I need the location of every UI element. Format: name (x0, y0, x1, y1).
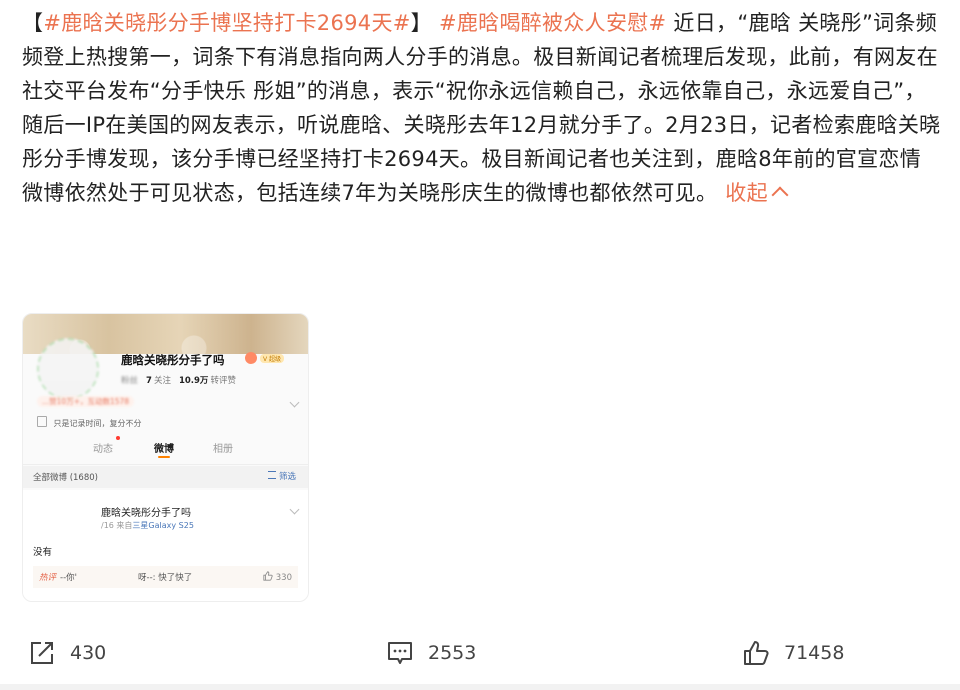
tab-album: 相册 (213, 444, 233, 455)
repost-count: 430 (70, 642, 107, 664)
hot-comment-text: 呀--: 快了快了 (138, 573, 193, 583)
profile-tabs: 动态 微博 相册 (23, 436, 308, 462)
embedded-screenshot-image[interactable]: 鹿晗关晓彤分手了吗 V 超级 粉丝 7 关注 10.9万 转评赞 ...赞10万+，互动… (22, 313, 309, 602)
hashtag-link-1[interactable]: #鹿晗关晓彤分手博坚持打卡2694天# (43, 11, 410, 35)
fans-label: 粉丝 (121, 376, 139, 386)
reposts-count: 10.9万 (178, 376, 209, 386)
filter-bar: 全部微博 (1680) 筛选 (23, 466, 308, 488)
tab-weibo: 微博 (154, 440, 174, 458)
comment-bubble-icon (388, 642, 412, 664)
tab-dynamic: 动态 (93, 444, 113, 455)
card-post-meta: /16 来自三星Galaxy S25 (101, 520, 194, 531)
stat-row: ...赞10万+，互动数1578 (23, 396, 308, 407)
device-prefix: 来自 (116, 521, 133, 530)
hot-comment-likes: 330 (263, 571, 292, 583)
red-dot-icon (116, 436, 120, 440)
post-text: 【#鹿晗关晓彤分手博坚持打卡2694天#】 #鹿晗喝醉被众人安慰# 近日，“鹿晗… (22, 6, 942, 210)
hot-comment-tag: 热评 (39, 573, 57, 583)
thumbs-up-icon (263, 571, 273, 581)
bio-text: 只是记录时间，复分不分 (53, 419, 142, 428)
follow-label: 关注 (153, 376, 171, 386)
vip-icon (245, 352, 257, 364)
note-icon (37, 416, 47, 427)
thumbs-up-icon (744, 641, 769, 665)
profile-stats: 粉丝 7 关注 10.9万 转评赞 (121, 374, 236, 386)
divider (23, 464, 308, 465)
bracket-open: 【 (22, 11, 44, 35)
collapse-label: 收起 (725, 181, 768, 205)
repost-button[interactable]: 430 (28, 638, 106, 668)
all-weibo-count: 全部微博 (1680) (33, 473, 98, 483)
hot-comment: 热评 --你' 呀--: 快了快了 330 (33, 566, 298, 588)
like-count: 71458 (784, 642, 845, 664)
follow-count: 7 (146, 376, 152, 386)
comment-button[interactable]: 2553 (386, 638, 476, 668)
card-post-title: 鹿晗关晓彤分手了吗 (101, 508, 191, 519)
chevron-down-icon (289, 504, 300, 515)
reposts-label: 转评赞 (210, 376, 236, 386)
card-post-body: 没有 (33, 547, 53, 558)
profile-name: 鹿晗关晓彤分手了吗 (121, 353, 225, 367)
filter-icon (267, 471, 276, 479)
avatar (37, 338, 99, 400)
filter-text: 筛选 (278, 472, 296, 482)
bracket-close: 】 (410, 11, 432, 35)
post-content: 【#鹿晗关晓彤分手博坚持打卡2694天#】 #鹿晗喝醉被众人安慰# 近日，“鹿晗… (22, 6, 942, 210)
device-name: 三星Galaxy S25 (132, 521, 194, 530)
hot-comment-like-count: 330 (275, 573, 292, 583)
post-body-text: 近日，“鹿晗 关晓彤”词条频频登上热搜第一，词条下有消息指向两人分手的消息。极目… (22, 11, 941, 205)
card-post-date: /16 (101, 521, 114, 530)
bottom-divider (0, 684, 960, 690)
like-button[interactable]: 71458 (742, 638, 844, 668)
filter-label: 筛选 (267, 470, 296, 482)
collapse-button[interactable]: 收起 (725, 181, 789, 205)
share-arrow-icon (31, 642, 53, 664)
hot-comment-user: --你' (60, 573, 77, 583)
post-action-bar: 430 2553 71458 (0, 628, 960, 678)
bio-row: 只是记录时间，复分不分 (23, 416, 308, 429)
hashtag-link-2[interactable]: #鹿晗喝醉被众人安慰# (439, 11, 667, 35)
vip-badge: V 超级 (260, 354, 285, 363)
comment-count: 2553 (428, 642, 477, 664)
card-post: 鹿晗关晓彤分手了吗 /16 来自三星Galaxy S25 没有 热评 --你' 呀… (23, 490, 308, 601)
chevron-up-icon (771, 186, 789, 204)
stat-pill: ...赞10万+，互动数1578 (37, 396, 135, 407)
